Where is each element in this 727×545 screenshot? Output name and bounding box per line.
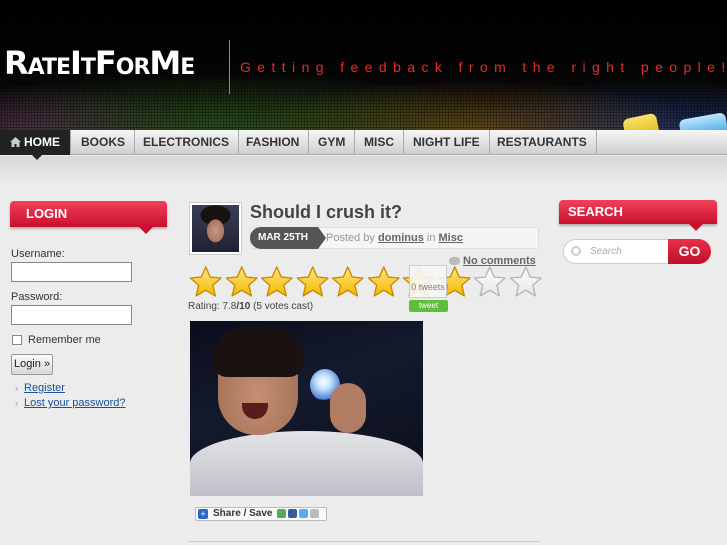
nav-item-label: HOME — [24, 135, 60, 149]
photo-hand — [330, 383, 366, 433]
rating-out-of: /10 — [236, 301, 251, 312]
tweet-button[interactable]: tweet — [409, 300, 448, 312]
nav-item-restaurants[interactable]: RESTAURANTS — [488, 130, 597, 155]
share-plus-icon: + — [198, 509, 208, 519]
post-date-badge: MAR 25TH — [250, 227, 326, 249]
rating-label: Rating: — [188, 301, 220, 312]
site-tagline: Getting feedback from the right people! — [240, 59, 727, 75]
chevron-right-icon: › — [15, 398, 18, 408]
post-thumbnail[interactable] — [189, 202, 242, 255]
star-empty-icon[interactable] — [472, 265, 508, 298]
twitter-bird-yellow-icon — [622, 112, 660, 130]
main-nav: HOME BOOKS ELECTRONICS FASHION GYM MISC … — [0, 130, 727, 155]
star-filled-icon[interactable] — [330, 265, 366, 298]
login-button[interactable]: Login » — [11, 354, 53, 375]
post-photo[interactable] — [190, 321, 423, 496]
remember-me-checkbox[interactable] — [12, 335, 22, 345]
rating-summary: Rating: 7.8/10 (5 votes cast) — [188, 301, 313, 312]
search-go-button[interactable]: GO — [668, 239, 711, 264]
star-empty-icon[interactable] — [508, 265, 544, 298]
post-author-link[interactable]: dominus — [378, 232, 424, 244]
star-filled-icon[interactable] — [259, 265, 295, 298]
content-top-band — [0, 156, 727, 186]
photo-shirt — [190, 431, 423, 496]
star-filled-icon[interactable] — [224, 265, 260, 298]
nav-item-gym[interactable]: GYM — [309, 130, 356, 155]
search-heading: SEARCH — [559, 200, 717, 231]
post-meta: Posted by dominus in Misc — [326, 232, 463, 244]
in-label: in — [426, 232, 436, 244]
register-link[interactable]: Register — [24, 382, 65, 394]
star-filled-icon[interactable] — [366, 265, 402, 298]
thumbnail-image — [192, 205, 239, 252]
header-divider — [229, 40, 230, 94]
username-label: Username: — [11, 248, 65, 260]
tweet-count: 0 — [411, 282, 417, 292]
password-label: Password: — [11, 291, 63, 303]
nav-item-electronics[interactable]: ELECTRONICS — [134, 130, 240, 155]
twitter-bird-blue-icon — [678, 112, 727, 130]
nav-item-books[interactable]: BOOKS — [72, 130, 136, 155]
remember-me-label: Remember me — [28, 334, 101, 346]
tweet-count-box: 0 tweets — [409, 265, 447, 298]
rating-votes: (5 votes cast) — [253, 301, 314, 312]
share-service-icon[interactable] — [277, 509, 286, 518]
nav-item-misc[interactable]: MISC — [355, 130, 404, 155]
chevron-right-icon: › — [15, 383, 18, 393]
post-title[interactable]: Should I crush it? — [250, 202, 402, 223]
post-divider — [188, 541, 540, 542]
site-logo[interactable]: RateItForMe — [4, 44, 195, 82]
username-field[interactable] — [11, 262, 132, 282]
nav-item-night-life[interactable]: NIGHT LIFE — [404, 130, 490, 155]
home-icon — [10, 137, 21, 147]
search-icon — [571, 246, 581, 256]
share-service-icons — [277, 509, 319, 518]
twitter-icon[interactable] — [299, 509, 308, 518]
star-filled-icon[interactable] — [295, 265, 331, 298]
login-heading: LOGIN — [10, 201, 167, 234]
nav-active-pointer — [32, 155, 42, 160]
lost-password-link[interactable]: Lost your password? — [24, 397, 126, 409]
tweet-count-unit: tweets — [418, 282, 445, 292]
rating-score: 7.8 — [222, 301, 237, 312]
post-category-link[interactable]: Misc — [439, 232, 463, 244]
password-field[interactable] — [11, 305, 132, 325]
nav-item-home[interactable]: HOME — [0, 130, 71, 155]
star-rating[interactable] — [188, 265, 543, 298]
photo-hair — [212, 327, 304, 377]
more-options-icon[interactable] — [310, 509, 319, 518]
facebook-icon[interactable] — [288, 509, 297, 518]
star-filled-icon[interactable] — [188, 265, 224, 298]
nav-item-fashion[interactable]: FASHION — [237, 130, 310, 155]
posted-by-label: Posted by — [326, 232, 375, 244]
